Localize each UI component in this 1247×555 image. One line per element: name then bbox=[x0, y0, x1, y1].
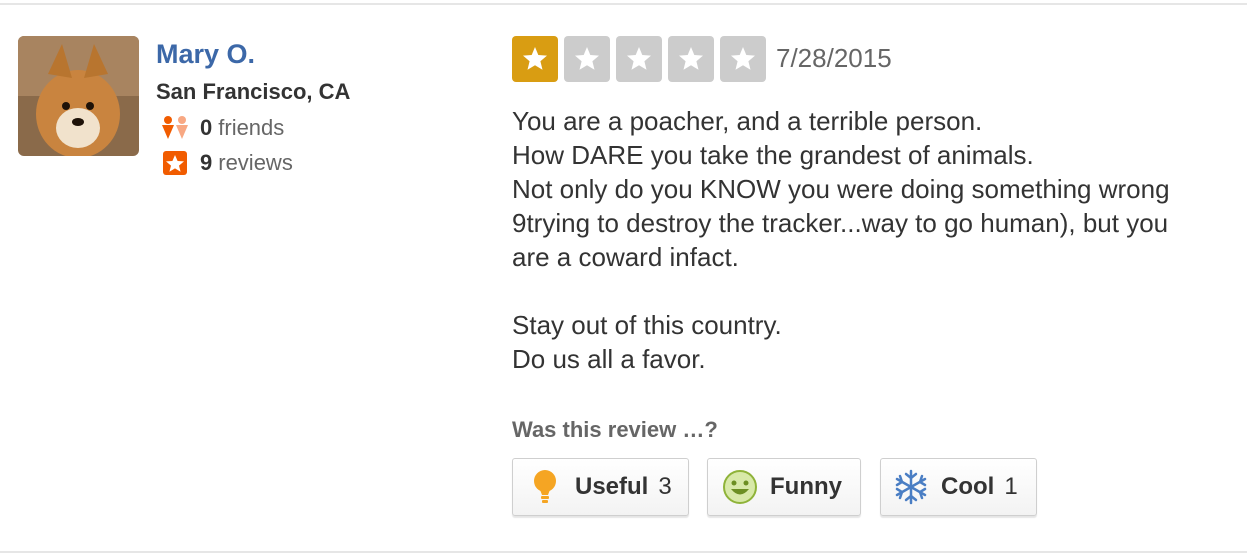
cool-label: Cool bbox=[941, 473, 995, 500]
star-filled bbox=[512, 36, 558, 82]
star-icon bbox=[679, 47, 703, 70]
reviews-count: 9 bbox=[200, 150, 213, 175]
star-icon bbox=[627, 47, 651, 70]
funny-label: Funny bbox=[770, 473, 842, 500]
cool-count: 1 bbox=[1004, 473, 1018, 500]
review-line: 9trying to destroy the tracker...way to … bbox=[512, 208, 1169, 238]
lightbulb-icon bbox=[527, 469, 563, 505]
star-icon bbox=[731, 47, 755, 70]
review-paragraph: Stay out of this country. Do us all a fa… bbox=[512, 308, 1242, 376]
friends-stat: 0 friends bbox=[160, 115, 284, 141]
user-location: San Francisco, CA bbox=[156, 79, 351, 104]
useful-button[interactable]: Useful 3 bbox=[512, 458, 689, 516]
review-line: are a coward infact. bbox=[512, 242, 739, 272]
review-text: You are a poacher, and a terrible person… bbox=[512, 104, 1242, 376]
user-name-link[interactable]: Mary O. bbox=[156, 38, 255, 70]
reviews-stat: 9 reviews bbox=[160, 150, 293, 176]
friends-icon bbox=[160, 115, 190, 141]
friends-count: 0 bbox=[200, 115, 213, 140]
reviews-label: reviews bbox=[218, 150, 293, 175]
review-line: You are a poacher, and a terrible person… bbox=[512, 106, 983, 136]
bottom-divider bbox=[0, 551, 1247, 553]
review-line: Do us all a favor. bbox=[512, 344, 706, 374]
star-icon bbox=[575, 47, 599, 70]
vote-prompt: Was this review …? bbox=[512, 417, 718, 442]
star-empty bbox=[720, 36, 766, 82]
funny-button[interactable]: Funny bbox=[707, 458, 861, 516]
review-date: 7/28/2015 bbox=[776, 43, 892, 73]
review-star-icon bbox=[160, 150, 190, 176]
star-icon bbox=[523, 47, 547, 70]
review-paragraph: You are a poacher, and a terrible person… bbox=[512, 104, 1242, 274]
smiley-icon bbox=[722, 469, 758, 505]
review-line: Stay out of this country. bbox=[512, 310, 782, 340]
useful-label: Useful bbox=[575, 473, 649, 500]
star-empty bbox=[616, 36, 662, 82]
cool-button[interactable]: Cool 1 bbox=[880, 458, 1037, 516]
user-avatar[interactable] bbox=[18, 36, 139, 156]
top-divider bbox=[0, 3, 1247, 5]
review-line: How DARE you take the grandest of animal… bbox=[512, 140, 1034, 170]
useful-count: 3 bbox=[658, 473, 672, 500]
snowflake-icon bbox=[893, 469, 929, 505]
star-rating bbox=[512, 36, 772, 82]
friends-label: friends bbox=[218, 115, 285, 140]
star-empty bbox=[564, 36, 610, 82]
review-line: Not only do you KNOW you were doing some… bbox=[512, 174, 1170, 204]
star-empty bbox=[668, 36, 714, 82]
